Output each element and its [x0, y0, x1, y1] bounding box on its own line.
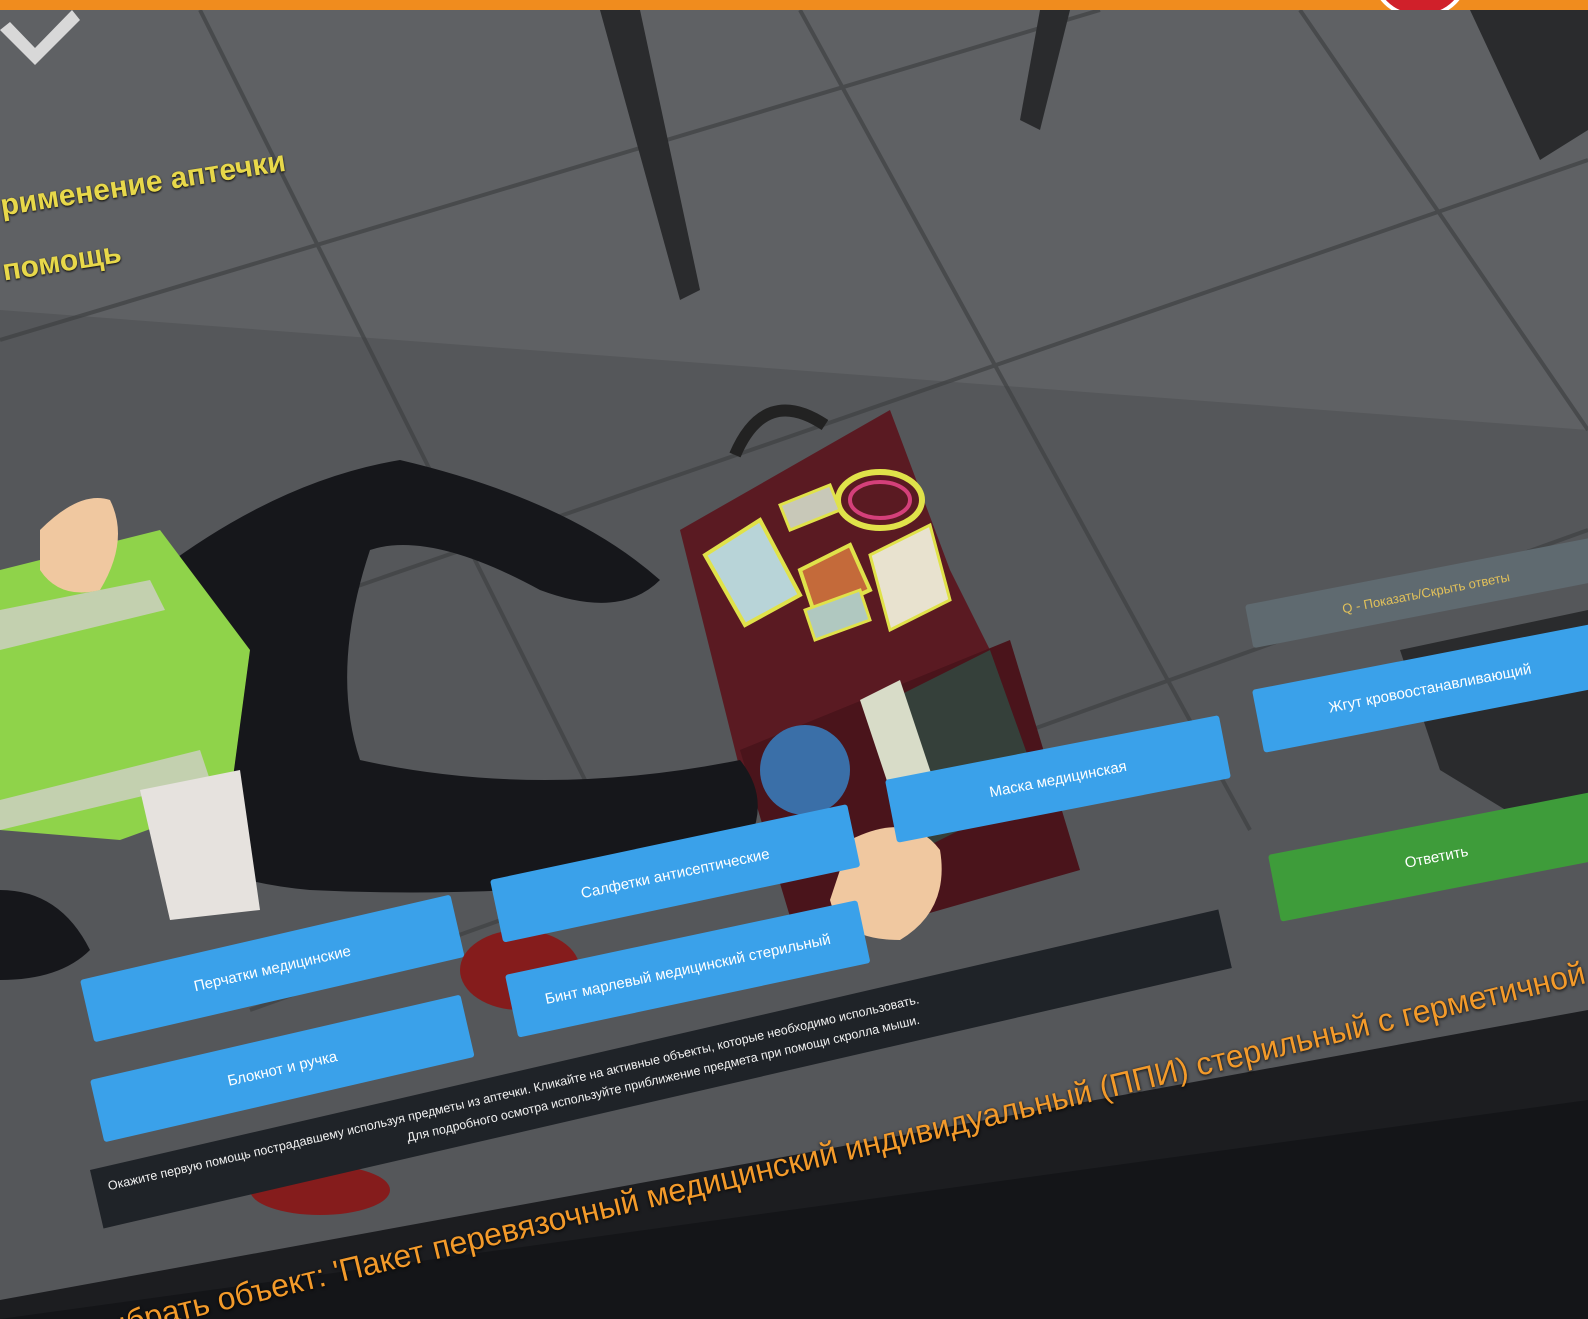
photo-frame-top	[0, 0, 1588, 10]
scene-background	[0, 10, 1588, 1319]
checkmark-icon[interactable]	[0, 10, 80, 70]
game-viewport: рименение аптечки помощь Q - Показать/Ск…	[0, 10, 1588, 1319]
